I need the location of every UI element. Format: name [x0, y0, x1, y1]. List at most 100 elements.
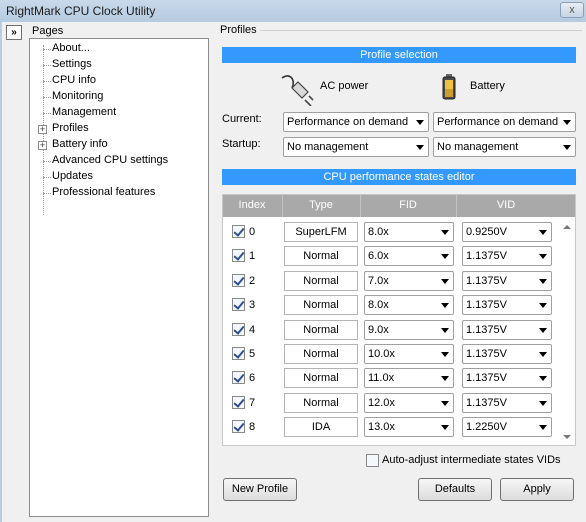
auto-adjust-checkbox[interactable]: [366, 454, 379, 467]
pstate-enabled-checkbox[interactable]: [232, 322, 245, 336]
pstate-row: 2 Normal 7.0x 1.1375V: [223, 270, 575, 294]
pstate-fid-dropdown[interactable]: 9.0x: [364, 319, 454, 340]
dropdown-value: 12.0x: [368, 396, 395, 409]
column-header-fid: FID: [399, 199, 417, 211]
dropdown-arrow-icon: [539, 327, 547, 333]
dropdown-value: 1.1375V: [466, 323, 507, 336]
dropdown-arrow-icon: [539, 376, 547, 382]
battery-icon: [442, 74, 456, 100]
dropdown-arrow-icon: [416, 145, 424, 150]
column-header-type: Type: [309, 199, 333, 211]
pstate-fid-dropdown[interactable]: 13.0x: [364, 417, 454, 438]
pstate-vid-dropdown[interactable]: 1.2250V: [462, 417, 552, 438]
dropdown-arrow-icon: [416, 120, 424, 125]
column-header-vid: VID: [496, 199, 516, 211]
pstate-fid-dropdown[interactable]: 10.0x: [364, 344, 454, 364]
pstate-enabled-checkbox[interactable]: [232, 395, 245, 409]
page-item-settings[interactable]: Settings: [52, 58, 92, 70]
defaults-button[interactable]: Defaults: [418, 478, 492, 501]
profiles-expander[interactable]: +: [38, 125, 47, 134]
pstate-type-field[interactable]: SuperLFM: [284, 222, 358, 242]
window-title: RightMark CPU Clock Utility: [6, 4, 156, 18]
dropdown-value: 1.1375V: [466, 348, 507, 360]
tree-connector: [43, 113, 51, 114]
pstate-vid-dropdown[interactable]: 1.1375V: [462, 319, 552, 340]
dropdown-arrow-icon: [539, 254, 547, 260]
pstate-enabled-checkbox[interactable]: [232, 371, 245, 385]
pstate-type-field[interactable]: Normal: [284, 319, 358, 340]
pstate-enabled-checkbox[interactable]: [232, 273, 245, 287]
grid-scrollbar[interactable]: [561, 219, 573, 443]
pstate-index: 4: [249, 323, 256, 336]
page-item-monitoring[interactable]: Monitoring: [52, 90, 103, 102]
profiles-group-label: Profiles: [220, 24, 257, 36]
page-item-advanced-cpu-settings[interactable]: Advanced CPU settings: [52, 154, 168, 166]
pstate-fid-dropdown[interactable]: 8.0x: [364, 295, 454, 316]
dropdown-arrow-icon: [441, 254, 449, 260]
pstate-vid-dropdown[interactable]: 1.1375V: [462, 392, 552, 413]
pstate-type-field[interactable]: Normal: [284, 392, 358, 413]
pstate-vid-dropdown[interactable]: 1.1375V: [462, 270, 552, 291]
dropdown-value: 9.0x: [368, 323, 389, 336]
page-item-management[interactable]: Management: [52, 106, 116, 118]
page-item-updates[interactable]: Updates: [52, 170, 93, 182]
tree-connector: [43, 161, 51, 162]
pstate-row: 4 Normal 9.0x 1.1375V: [223, 319, 575, 343]
power-plug-icon: [281, 75, 314, 106]
pstate-vid-dropdown[interactable]: 1.1375V: [462, 295, 552, 316]
pages-tree[interactable]: About... Settings CPU info Monitoring Ma…: [29, 38, 209, 517]
pstate-enabled-checkbox[interactable]: [232, 347, 245, 360]
page-item-profiles[interactable]: Profiles: [52, 122, 89, 134]
pstate-row: 1 Normal 6.0x 1.1375V: [223, 245, 575, 269]
dropdown-arrow-icon: [539, 303, 547, 309]
pstate-type-field[interactable]: Normal: [284, 246, 358, 267]
pstate-index: 0: [249, 226, 256, 238]
dropdown-value: No management: [437, 141, 519, 153]
page-item-professional-features[interactable]: Professional features: [52, 186, 155, 198]
pstate-type-field[interactable]: Normal: [284, 344, 358, 364]
current-ac-dropdown[interactable]: Performance on demand: [283, 112, 429, 132]
pstate-fid-dropdown[interactable]: 8.0x: [364, 222, 454, 242]
pstate-vid-dropdown[interactable]: 0.9250V: [462, 222, 552, 242]
ac-power-label: AC power: [320, 80, 369, 92]
current-label: Current:: [222, 113, 262, 125]
page-item-battery-info[interactable]: Battery info: [52, 138, 108, 150]
pstate-row: 3 Normal 8.0x 1.1375V: [223, 294, 575, 318]
cpu-states-editor-header: CPU performance states editor: [222, 169, 576, 185]
startup-label: Startup:: [222, 138, 261, 150]
pstate-enabled-checkbox[interactable]: [232, 225, 245, 238]
dropdown-value: No management: [287, 141, 369, 153]
pstate-type-field[interactable]: Normal: [284, 368, 358, 389]
battery-info-expander[interactable]: +: [38, 141, 47, 150]
tree-connector: [43, 65, 51, 66]
pstate-vid-dropdown[interactable]: 1.1375V: [462, 246, 552, 267]
pstate-enabled-checkbox[interactable]: [232, 249, 245, 263]
dropdown-arrow-icon: [441, 327, 449, 333]
pstate-vid-dropdown[interactable]: 1.1375V: [462, 368, 552, 389]
pstate-enabled-checkbox[interactable]: [232, 420, 245, 434]
pstate-row: 7 Normal 12.0x 1.1375V: [223, 392, 575, 416]
scroll-up-icon[interactable]: [563, 225, 571, 229]
tree-connector: [43, 193, 51, 194]
pstate-type-field[interactable]: Normal: [284, 270, 358, 291]
startup-ac-dropdown[interactable]: No management: [283, 137, 429, 157]
close-button[interactable]: x: [560, 2, 584, 18]
startup-battery-dropdown[interactable]: No management: [433, 137, 576, 157]
pstate-enabled-checkbox[interactable]: [232, 298, 245, 312]
page-item-cpu-info[interactable]: CPU info: [52, 74, 96, 86]
current-battery-dropdown[interactable]: Performance on demand: [433, 112, 576, 132]
dropdown-value: 6.0x: [368, 250, 389, 263]
pstate-row: 5 Normal 10.0x 1.1375V: [223, 343, 575, 367]
apply-button[interactable]: Apply: [500, 478, 574, 501]
pstate-vid-dropdown[interactable]: 1.1375V: [462, 344, 552, 364]
collapse-pages-button[interactable]: »: [6, 25, 22, 40]
scroll-down-icon[interactable]: [563, 435, 571, 439]
page-item-about[interactable]: About...: [52, 42, 90, 54]
pstate-fid-dropdown[interactable]: 6.0x: [364, 246, 454, 267]
pstate-fid-dropdown[interactable]: 7.0x: [364, 270, 454, 291]
pstate-fid-dropdown[interactable]: 12.0x: [364, 392, 454, 413]
new-profile-button[interactable]: New Profile: [223, 478, 297, 501]
pstate-fid-dropdown[interactable]: 11.0x: [364, 368, 454, 389]
pstate-type-field[interactable]: Normal: [284, 295, 358, 316]
pstate-type-field[interactable]: IDA: [284, 417, 358, 438]
